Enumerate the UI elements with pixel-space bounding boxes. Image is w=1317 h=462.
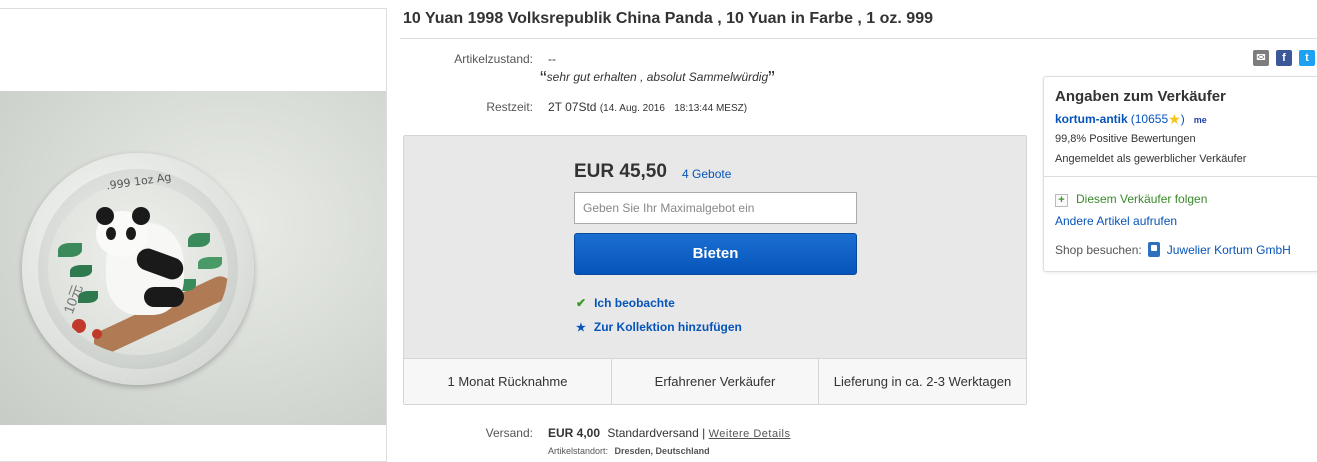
twitter-icon[interactable]: t [1299,50,1315,66]
timeleft-date: (14. Aug. 2016 [599,103,665,114]
feature-delivery: Lieferung in ca. 2-3 Werktagen [833,374,1012,389]
shop-label: Shop besuchen: [1055,243,1142,257]
feature-returns: 1 Monat Rücknahme [404,359,612,404]
follow-seller-link[interactable]: + Diesem Verkäufer folgen [1055,192,1207,207]
other-items-link[interactable]: Andere Artikel aufrufen [1055,214,1177,228]
title-divider [400,38,1317,39]
bid-box: EUR 45,50 4 Gebote Bieten ✔ Ich beobachte… [403,135,1027,405]
shipping-divider: | [702,426,706,440]
mail-icon[interactable]: ✉ [1253,50,1269,66]
positive-feedback: 99,8% Positive Bewertungen [1055,133,1196,145]
seller-heading: Angaben zum Verkäufer [1055,88,1226,105]
seller-divider [1044,176,1317,177]
location-value: Dresden, Deutschland [614,446,710,456]
feedback-star-icon: ★ [1168,111,1181,127]
condition-value: -- [548,52,556,66]
item-image-panel[interactable]: .999 1oz Ag 10元 [0,8,387,462]
timeleft-label: Restzeit: [486,100,533,114]
follow-label: Diesem Verkäufer folgen [1076,192,1208,206]
timeleft-duration: 2T 07Std [548,100,597,114]
item-location: Artikelstandort: Dresden, Deutschland [548,446,710,456]
max-bid-input[interactable] [574,192,857,224]
me-badge-icon: me [1193,115,1207,125]
seller-name-link[interactable]: kortum-antik [1055,112,1128,126]
coin-capsule: .999 1oz Ag 10元 [22,153,254,385]
timeleft-value: 2T 07Std (14. Aug. 2016 18:13:44 MESZ) [548,100,747,114]
quote-open: “ [540,68,547,90]
place-bid-button[interactable]: Bieten [574,233,857,275]
seller-info-box: Angaben zum Verkäufer kortum-antik (1065… [1043,76,1317,272]
shipping-price: EUR 4,00 [548,426,601,440]
feature-bar: 1 Monat Rücknahme Erfahrener Verkäufer L… [404,358,1026,404]
bid-count-link[interactable]: 4 Gebote [682,167,731,181]
watch-label: Ich beobachte [594,296,675,310]
shipping-label: Versand: [485,426,533,440]
facebook-icon[interactable]: f [1276,50,1292,66]
shipping-info: EUR 4,00 Standardversand | Weitere Detai… [548,426,790,440]
quote-close: ” [768,68,775,90]
star-icon: ★ [576,322,586,334]
coin: .999 1oz Ag 10元 [38,169,238,369]
watch-item-link[interactable]: ✔ Ich beobachte [576,296,675,310]
feedback-score[interactable]: (10655★) [1131,111,1185,127]
timeleft-time: 18:13:44 MESZ) [674,103,748,114]
item-title: 10 Yuan 1998 Volksrepublik China Panda ,… [403,10,933,27]
coin-panda-motif [48,183,228,355]
shop-icon [1147,242,1160,257]
condition-quote: sehr gut erhalten , absolut Sammelwürdig [546,70,769,84]
add-to-collection-link[interactable]: ★ Zur Kollektion hinzufügen [576,320,742,334]
seller-type: Angemeldet als gewerblicher Verkäufer [1055,153,1247,165]
shipping-details-link[interactable]: Weitere Details [709,428,791,440]
shipping-method: Standardversand [607,426,699,440]
plus-icon: + [1055,194,1068,207]
checkmark-icon: ✔ [576,296,587,310]
current-price: EUR 45,50 [574,161,667,182]
location-label: Artikelstandort: [548,446,609,456]
seller-id-line: kortum-antik (10655★) me [1055,111,1207,128]
item-photo[interactable]: .999 1oz Ag 10元 [0,91,386,425]
visit-shop: Shop besuchen: Juwelier Kortum GmbH [1055,242,1291,257]
condition-description: “sehr gut erhalten , absolut Sammelwürdi… [540,68,775,91]
feature-experienced-seller: Erfahrener Verkäufer [612,359,819,404]
collection-label: Zur Kollektion hinzufügen [593,320,742,334]
condition-label: Artikelzustand: [454,52,533,66]
shop-link[interactable]: Juwelier Kortum GmbH [1167,243,1291,257]
